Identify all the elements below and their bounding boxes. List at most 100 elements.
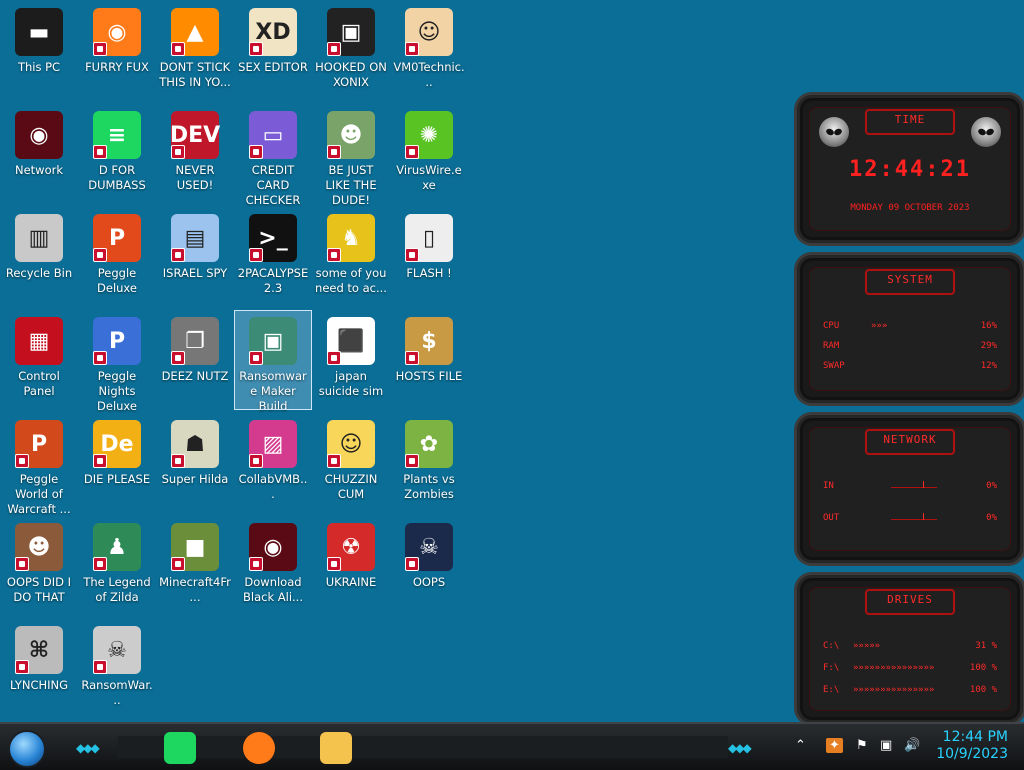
- desktop-icon-label: Peggle Nights Deluxe: [97, 369, 137, 413]
- taskbar-deco-chevrons-icon: ◆◆◆: [728, 741, 752, 755]
- desktop-icon-label: japan suicide sim: [318, 369, 384, 398]
- desktop-icon[interactable]: ▣ HOOKED ON XONIX: [313, 2, 389, 100]
- network-tray-icon[interactable]: ▣: [880, 738, 892, 753]
- desktop-icon[interactable]: ♟ The Legend of Zilda: [79, 517, 155, 615]
- peggle-wow-icon: P: [15, 420, 63, 468]
- desktop-icon[interactable]: ◉ Download Black Ali...: [235, 517, 311, 615]
- volume-icon[interactable]: 🔊: [904, 738, 920, 753]
- desktop-icon[interactable]: ⬛ japan suicide sim: [313, 311, 389, 409]
- ransomware-builder-icon: ▣: [249, 317, 297, 365]
- shortcut-badge-icon: [327, 42, 341, 56]
- desktop-icon-label: Ransomware Maker Build: [239, 369, 307, 413]
- desktop-icon[interactable]: ≡ D FOR DUMBASS: [79, 105, 155, 203]
- taskbar-firefox[interactable]: [243, 732, 275, 764]
- network-title: NETWORK: [865, 429, 955, 455]
- desktop-icon[interactable]: ▦ Control Panel: [1, 311, 77, 409]
- desktop-icon-label: Super Hilda: [161, 472, 229, 486]
- shortcut-badge-icon: [93, 660, 107, 674]
- desktop-icon-label: VM0Technic...: [393, 60, 465, 89]
- drive-c-value: 31 %: [975, 641, 997, 651]
- shortcut-badge-icon: [327, 557, 341, 571]
- desktop-icon[interactable]: ▭ CREDIT CARD CHECKER: [235, 105, 311, 207]
- alien-head-icon: [971, 117, 1001, 147]
- system-title: SYSTEM: [865, 269, 955, 295]
- time-panel: TIME 12:44:21 MONDAY 09 OCTOBER 2023: [794, 92, 1024, 246]
- desktop-icon-label: NEVER USED!: [175, 163, 215, 192]
- swap-row: SWAP 12%: [823, 361, 997, 375]
- desktop-icon[interactable]: ☺ VM0Technic...: [391, 2, 467, 100]
- desktop-icon[interactable]: ◉ FURRY FUX: [79, 2, 155, 100]
- hxd-icon: XD: [249, 8, 297, 56]
- gadget-date: MONDAY 09 OCTOBER 2023: [850, 203, 970, 213]
- desktop-icon[interactable]: P Peggle World of Warcraft ...: [1, 414, 77, 516]
- desktop-icon-label: CHUZZIN CUM: [324, 472, 378, 501]
- desktop-icon[interactable]: ☠ OOPS: [391, 517, 467, 615]
- shortcut-badge-icon: [405, 248, 419, 262]
- desktop-icon[interactable]: ▥ Recycle Bin: [1, 208, 77, 306]
- shortcut-badge-icon: [249, 557, 263, 571]
- desktop-icon[interactable]: DEV NEVER USED!: [157, 105, 233, 203]
- desktop-icon[interactable]: ▣ Ransomware Maker Build: [234, 310, 312, 413]
- desktop-icon[interactable]: ▬ This PC: [1, 2, 77, 100]
- desktop-icon[interactable]: ☗ Super Hilda: [157, 414, 233, 512]
- desktop-icon-label: D FOR DUMBASS: [88, 163, 146, 192]
- dev-cpp-icon: DEV: [170, 111, 220, 159]
- desktop-icon[interactable]: ▤ ISRAEL SPY: [157, 208, 233, 306]
- japan-sim-icon: ⬛: [327, 317, 375, 365]
- ram-value: 29%: [980, 341, 997, 351]
- desktop-icon[interactable]: P Peggle Nights Deluxe: [79, 311, 155, 413]
- desktop-icon[interactable]: ◉ Network: [1, 105, 77, 203]
- desktop-icon[interactable]: ✿ Plants vs Zombies: [391, 414, 467, 512]
- time-title: TIME: [865, 109, 955, 135]
- net-out-label: OUT: [823, 513, 840, 523]
- shortcut-badge-icon: [93, 248, 107, 262]
- desktop-icon[interactable]: $ HOSTS FILE: [391, 311, 467, 409]
- peggle-icon: P: [93, 214, 141, 262]
- desktop-icon[interactable]: ☢ UKRAINE: [313, 517, 389, 615]
- desktop-icon[interactable]: ☠ RansomWar...: [79, 620, 155, 718]
- shortcut-badge-icon: [405, 351, 419, 365]
- network-panel: NETWORK IN 0% OUT 0%: [794, 412, 1024, 566]
- desktop-icon-label: RansomWar...: [81, 678, 153, 707]
- shortcut-badge-icon: [171, 248, 185, 262]
- show-hidden-icons[interactable]: ⌃: [795, 738, 806, 753]
- desktop-icon-label: Control Panel: [18, 369, 60, 398]
- start-button[interactable]: [8, 730, 46, 768]
- taskbar-file-explorer[interactable]: [320, 732, 352, 764]
- desktop-icon[interactable]: ☺ CHUZZIN CUM: [313, 414, 389, 512]
- desktop-icon[interactable]: ♞ some of you need to ac...: [313, 208, 389, 306]
- desktop-icon[interactable]: ▯ FLASH !: [391, 208, 467, 306]
- desktop-icon[interactable]: ☻ OOPS DID I DO THAT: [1, 517, 77, 615]
- desktop-icon[interactable]: ❐ DEEZ NUTZ: [157, 311, 233, 409]
- drive-f-label: F:\: [823, 663, 840, 673]
- desktop-icon[interactable]: ▨ CollabVMB...: [235, 414, 311, 512]
- shortcut-badge-icon: [171, 454, 185, 468]
- desktop-icon[interactable]: >_ 2PACALYPSE 2.3: [235, 208, 311, 306]
- desktop-icon[interactable]: P Peggle Deluxe: [79, 208, 155, 306]
- desktop-icon[interactable]: ✺ VirusWire.exe: [391, 105, 467, 203]
- desktop-icon[interactable]: XD SEX EDITOR: [235, 2, 311, 100]
- java-tray-icon[interactable]: ✦: [826, 738, 843, 753]
- cards-icon: ▯: [405, 214, 453, 262]
- desktop-icon[interactable]: ▲ DONT STICK THIS IN YO...: [157, 2, 233, 100]
- portrait-icon: ☻: [15, 523, 63, 571]
- desktop-icon[interactable]: ☻ BE JUST LIKE THE DUDE!: [313, 105, 389, 207]
- desktop-icon[interactable]: ⌘ LYNCHING: [1, 620, 77, 718]
- desktop-icon-label: This PC: [17, 60, 61, 74]
- desktop-icon-label: DIE PLEASE: [83, 472, 151, 486]
- desktop-icon-label: FURRY FUX: [85, 60, 149, 74]
- swap-value: 12%: [980, 361, 997, 371]
- desktop-icon[interactable]: De DIE PLEASE: [79, 414, 155, 512]
- icon-glyph: ◉: [15, 111, 63, 159]
- skull-book-icon: ☠: [405, 523, 453, 571]
- minecraft-icon: ■: [171, 523, 219, 571]
- control-panel-icon: ▦: [15, 317, 63, 365]
- flag-icon[interactable]: ⚑: [856, 738, 868, 753]
- shortcut-badge-icon: [249, 42, 263, 56]
- net-out-value: 0%: [986, 513, 997, 523]
- desktop-icon-label: Recycle Bin: [5, 266, 73, 280]
- desktop-icon[interactable]: ■ Minecraft4Fr...: [157, 517, 233, 615]
- desktop-icon-label: OOPS DID I DO THAT: [6, 575, 72, 604]
- taskbar-clock[interactable]: 12:44 PM 10/9/2023: [936, 729, 1008, 763]
- taskbar-chat-app[interactable]: [164, 732, 196, 764]
